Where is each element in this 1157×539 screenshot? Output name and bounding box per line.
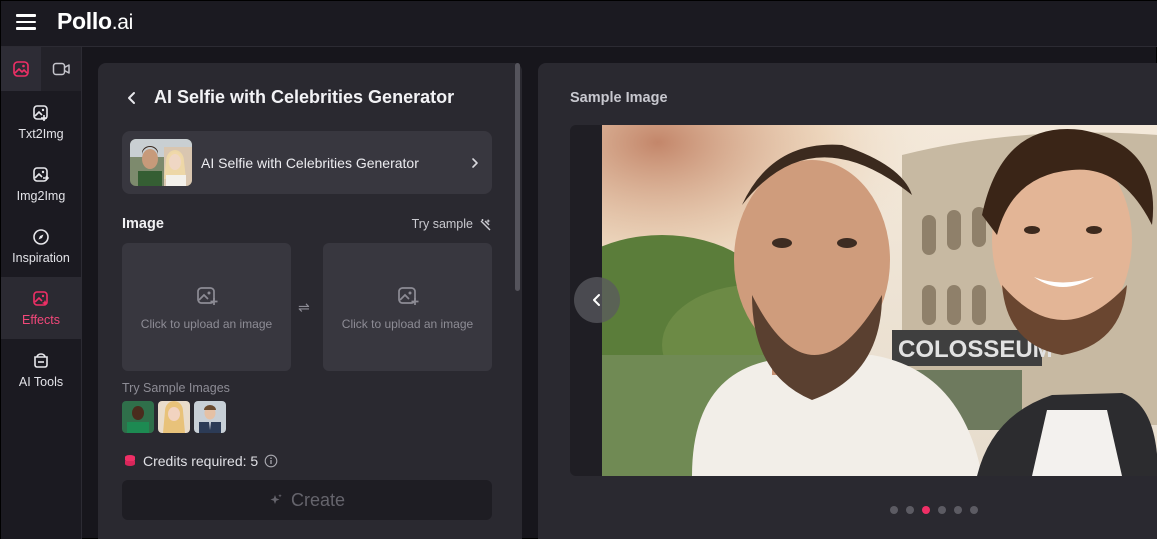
try-sample-label: Try sample [411,217,473,231]
logo[interactable]: Pollo.ai [57,8,133,35]
upload-image-icon [196,286,217,305]
sidebar-item-label: Txt2Img [18,126,64,141]
compass-icon [33,228,49,245]
credits-required: Credits required: 5 [124,453,285,469]
sample-image: COLOSSEUM [602,125,1157,476]
sample-image-2[interactable] [158,401,190,433]
carousel-dot[interactable] [970,506,978,514]
sample-image-1[interactable] [122,401,154,433]
preview-carousel: COLOSSEUM [570,125,1157,476]
logo-suffix: .ai [111,11,134,34]
sidebar-item-ai-tools[interactable]: AI Tools [1,339,81,401]
sidebar-item-label: Effects [22,312,60,327]
carousel-dot[interactable] [890,506,898,514]
preview-panel: Sample Image COLOSSEUM [538,63,1157,539]
text-to-image-icon [33,104,48,121]
sidebar-item-label: Inspiration [12,250,70,265]
sidebar-item-img2img[interactable]: Img2Img [1,153,81,215]
sidebar-item-label: Img2Img [16,188,66,203]
sidebar-mode-tabs [1,47,81,91]
effect-name: AI Selfie with Celebrities Generator [201,154,419,171]
carousel-dot[interactable] [954,506,962,514]
menu-icon[interactable] [16,14,36,30]
image-section-title: Image [122,216,164,232]
swap-icon[interactable]: ⇌ [298,299,310,316]
preview-title: Sample Image [570,90,668,106]
sidebar-item-inspiration[interactable]: Inspiration [1,215,81,277]
chevron-right-icon [472,157,478,168]
sample-images-list [122,401,226,433]
page-title: AI Selfie with Celebrities Generator [154,87,455,107]
chevron-left-icon [593,294,600,306]
left-sidebar: Txt2Img Img2Img Inspiration Effects AI T… [1,47,82,539]
sample-images-label: Try Sample Images [122,381,230,395]
panel-header: AI Selfie with Celebrities Generator [122,87,454,108]
upload-hint: Click to upload an image [341,316,474,331]
create-button[interactable]: Create [122,480,492,520]
image-to-image-icon [33,166,50,182]
image-icon [13,61,29,77]
ai-tools-icon [34,352,48,368]
upload-hint: Click to upload an image [140,316,273,331]
logo-text: Pollo [57,8,112,34]
coins-icon [125,455,135,466]
magic-wand-icon [480,218,491,230]
effect-thumbnail [130,139,192,186]
back-arrow-icon[interactable] [122,88,142,108]
video-icon [52,62,70,76]
upload-slot-2[interactable]: Click to upload an image [323,243,492,371]
sidebar-item-effects[interactable]: Effects [1,277,81,339]
top-bar: Pollo.ai [1,1,1157,47]
sidebar-item-txt2img[interactable]: Txt2Img [1,91,81,153]
carousel-prev-button[interactable] [574,277,620,323]
carousel-dot[interactable] [922,506,930,514]
tab-video[interactable] [41,47,81,91]
tab-image[interactable] [1,47,41,91]
info-icon[interactable] [264,454,278,468]
upload-image-icon [397,286,418,305]
panel-scrollbar[interactable] [515,63,520,291]
effects-icon [33,290,48,306]
sample-image-3[interactable] [194,401,226,433]
credits-label: Credits required: 5 [143,453,259,469]
generator-panel: AI Selfie with Celebrities Generator AI … [98,63,522,539]
carousel-dot[interactable] [938,506,946,514]
create-label: Create [290,489,346,510]
upload-slot-1[interactable]: Click to upload an image [122,243,291,371]
effect-selector-card[interactable]: AI Selfie with Celebrities Generator [122,131,492,194]
carousel-dot[interactable] [906,506,914,514]
try-sample-button[interactable]: Try sample [412,217,492,231]
carousel-pagination [890,506,978,514]
sparkle-icon [270,494,282,504]
sidebar-item-label: AI Tools [18,374,64,389]
